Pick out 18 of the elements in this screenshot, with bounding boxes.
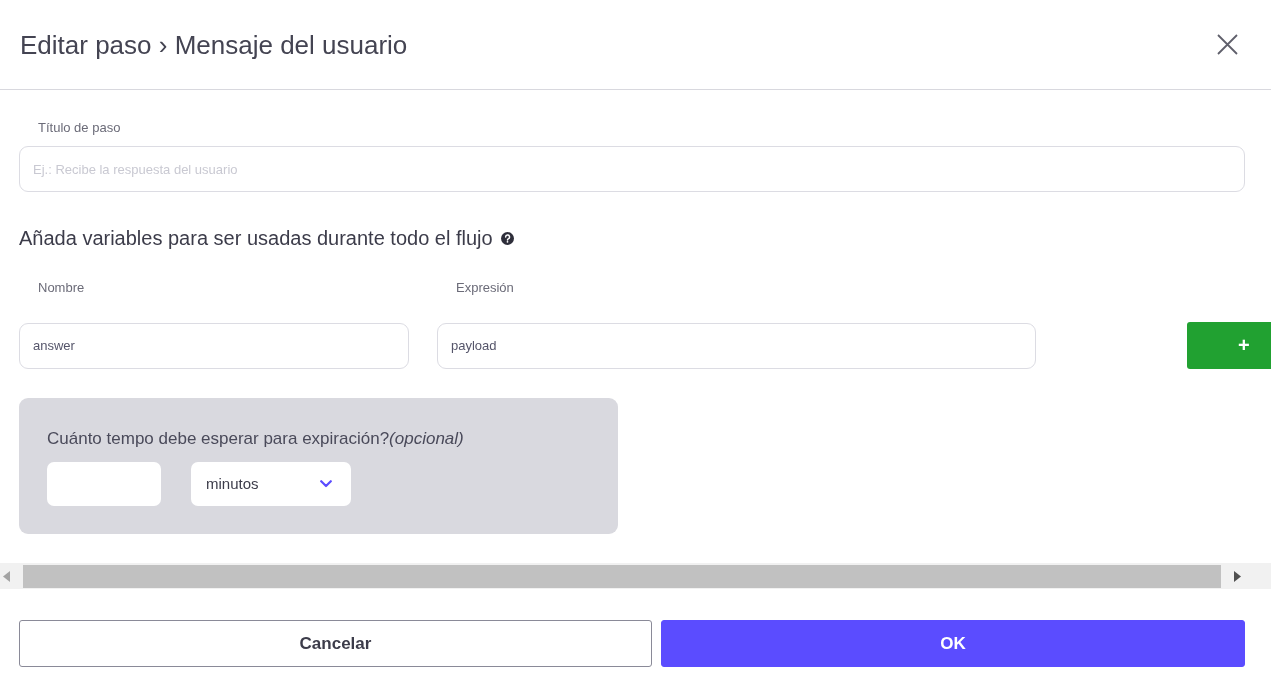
scroll-right-icon[interactable] bbox=[1234, 570, 1241, 582]
close-button[interactable] bbox=[1217, 34, 1238, 55]
duration-input[interactable] bbox=[47, 462, 161, 506]
close-icon bbox=[1217, 34, 1238, 55]
cancel-button[interactable]: Cancelar bbox=[19, 620, 652, 667]
expression-input[interactable]: payload bbox=[437, 322, 1036, 369]
name-input[interactable]: answer bbox=[19, 322, 409, 369]
expiration-question: Cuánto tempo debe esperar para expiración?(opcional) bbox=[47, 428, 465, 450]
scroll-left-icon[interactable] bbox=[3, 570, 10, 582]
section-heading: Añada variables para ser usadas durante todo el flujo bbox=[19, 226, 493, 251]
unit-select[interactable]: minutos bbox=[191, 462, 351, 506]
dialog-title: Editar paso › Mensaje del usuario bbox=[20, 28, 408, 61]
confirm-button[interactable]: OK bbox=[661, 620, 1245, 667]
chevron-down-icon bbox=[320, 480, 332, 488]
field-label: Título de paso bbox=[37, 120, 122, 136]
column-label: Nombre bbox=[37, 280, 86, 296]
help-icon bbox=[500, 231, 514, 245]
column-label: Expresión bbox=[455, 280, 515, 296]
